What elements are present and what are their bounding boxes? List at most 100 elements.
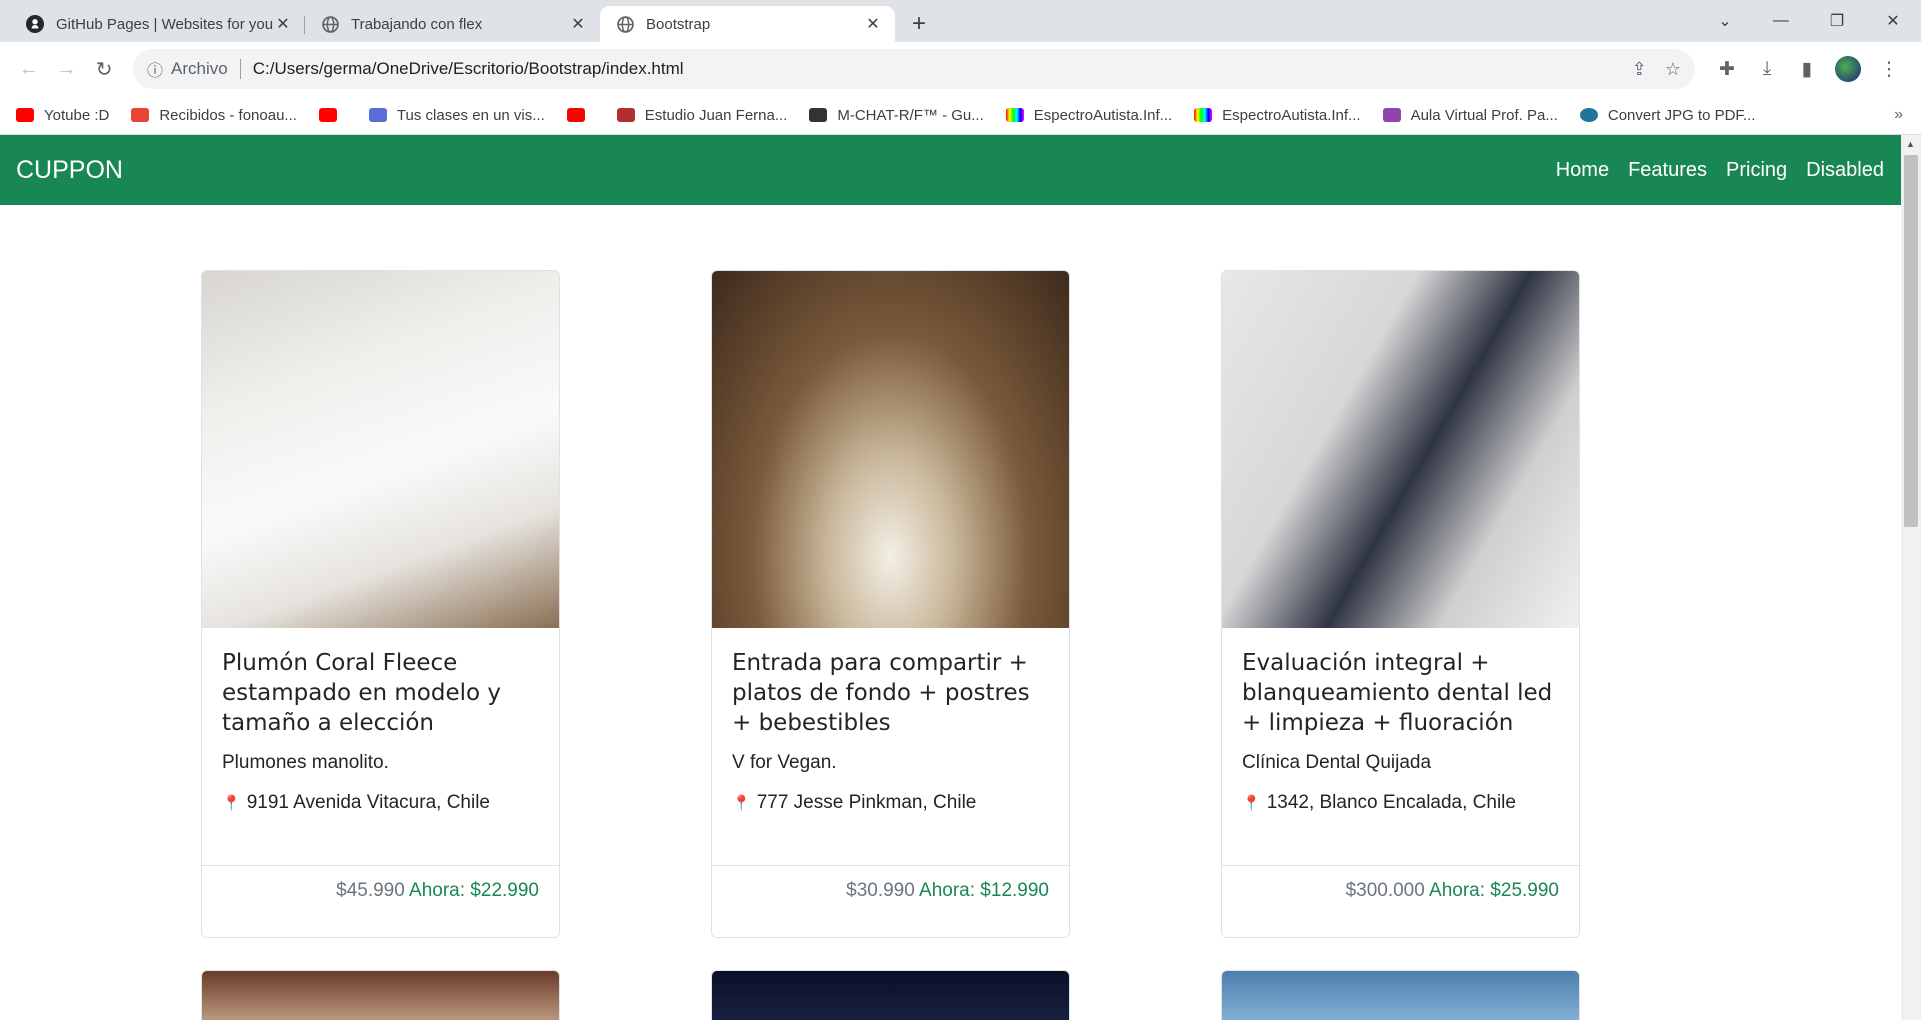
- bookmark-item[interactable]: Yotube :D: [16, 107, 109, 124]
- tab-title: Bootstrap: [646, 15, 711, 33]
- tab-bootstrap[interactable]: Bootstrap ✕: [600, 6, 895, 42]
- address-text: 777 Jesse Pinkman, Chile: [756, 792, 977, 813]
- bookmark-item[interactable]: Estudio Juan Ferna...: [616, 106, 788, 124]
- youtube-icon: [566, 108, 585, 122]
- old-price: $30.990: [846, 880, 915, 901]
- deal-card-partial[interactable]: [711, 970, 1070, 1020]
- deal-card[interactable]: Evaluación integral + blanqueamiento den…: [1221, 270, 1580, 938]
- bookmark-item[interactable]: EspectroAutista.Inf...: [1194, 106, 1361, 124]
- bookmark-item[interactable]: Aula Virtual Prof. Pa...: [1382, 107, 1558, 124]
- studio-icon: [616, 108, 635, 122]
- bookmark-star-icon[interactable]: ☆: [1665, 59, 1681, 80]
- card-image-bedding: [202, 271, 559, 628]
- address-divider: [239, 59, 241, 79]
- card-title: Plumón Coral Fleece estampado en modelo …: [222, 650, 501, 736]
- extensions-icon[interactable]: ✚: [1707, 58, 1747, 81]
- address-scheme: Archivo: [171, 59, 228, 78]
- nav-link-pricing[interactable]: Pricing: [1726, 159, 1787, 182]
- gmail-icon: [131, 108, 150, 122]
- bookmark-item[interactable]: Convert JPG to PDF...: [1579, 106, 1756, 124]
- more-bookmarks-icon[interactable]: »: [1894, 106, 1903, 124]
- deal-card[interactable]: Entrada para compartir + platos de fondo…: [711, 270, 1070, 938]
- menu-icon[interactable]: ⋮: [1869, 58, 1909, 81]
- share-icon[interactable]: ⇪: [1632, 59, 1647, 80]
- card-footer: $30.990 Ahora: $12.990: [712, 865, 1069, 937]
- back-icon[interactable]: ←: [12, 51, 46, 87]
- profile-avatar[interactable]: [1835, 56, 1862, 82]
- card-body: Entrada para compartir + platos de fondo…: [712, 628, 1069, 866]
- rainbow-icon: [1194, 108, 1213, 122]
- address-text: 9191 Avenida Vitacura, Chile: [246, 792, 490, 813]
- card-title: Entrada para compartir + platos de fondo…: [732, 650, 1030, 736]
- nav-link-home[interactable]: Home: [1556, 159, 1609, 182]
- card-footer: $300.000 Ahora: $25.990: [1222, 865, 1579, 937]
- deal-card-partial[interactable]: [1221, 970, 1580, 1020]
- card-subtitle: Plumones manolito.: [222, 752, 389, 773]
- close-tab-icon[interactable]: ✕: [273, 14, 293, 34]
- tab-github-pages[interactable]: GitHub Pages | Websites for you ✕: [10, 6, 305, 42]
- github-icon: [26, 15, 44, 33]
- nav-link-features[interactable]: Features: [1628, 159, 1707, 182]
- bookmark-item[interactable]: [318, 108, 347, 122]
- old-price: $45.990: [336, 880, 405, 901]
- classes-icon: [368, 108, 387, 122]
- bookmark-label: Yotube :D: [44, 106, 110, 124]
- minimize-icon[interactable]: —: [1753, 12, 1809, 30]
- forward-icon[interactable]: →: [50, 51, 84, 87]
- restore-icon[interactable]: ❐: [1809, 11, 1865, 31]
- info-icon[interactable]: ⓘ: [147, 57, 163, 81]
- reload-icon[interactable]: ↻: [87, 51, 121, 87]
- address-url[interactable]: C:/Users/germa/OneDrive/Escritorio/Boots…: [253, 59, 1614, 79]
- mchat-icon: [809, 108, 828, 122]
- nav-link-disabled[interactable]: Disabled: [1806, 159, 1884, 182]
- brand-logo[interactable]: CUPPON: [16, 156, 123, 185]
- bookmark-item[interactable]: M-CHAT-R/F™ - Gu...: [809, 107, 984, 124]
- bookmarks-bar: Yotube :D Recibidos - fonoau... Tus clas…: [0, 96, 1921, 135]
- close-window-icon[interactable]: ✕: [1865, 11, 1921, 31]
- address-bar[interactable]: ⓘ Archivo C:/Users/germa/OneDrive/Escrit…: [133, 49, 1696, 89]
- bookmark-label: Tus clases en un vis...: [396, 106, 545, 124]
- tab-search-icon[interactable]: ⌄: [1697, 11, 1753, 31]
- bookmark-label: Estudio Juan Ferna...: [644, 106, 788, 124]
- new-price: Ahora: $22.990: [409, 880, 539, 901]
- map-pin-icon: 📍: [222, 795, 241, 812]
- tab-title: GitHub Pages | Websites for you: [56, 15, 273, 33]
- deal-card-partial[interactable]: [201, 970, 560, 1020]
- bookmark-label: EspectroAutista.Inf...: [1222, 106, 1361, 124]
- card-subtitle: Clínica Dental Quijada: [1242, 752, 1432, 773]
- address-text: 1342, Blanco Encalada, Chile: [1266, 792, 1516, 813]
- card-subtitle: V for Vegan.: [732, 752, 837, 773]
- bookmark-item[interactable]: Recibidos - fonoau...: [131, 107, 297, 124]
- download-icon[interactable]: ⤓: [1747, 58, 1787, 80]
- page-scrollbar[interactable]: ▲: [1901, 135, 1921, 1020]
- deal-card[interactable]: Plumón Coral Fleece estampado en modelo …: [201, 270, 560, 938]
- rainbow-icon: [1005, 108, 1024, 122]
- scroll-up-icon[interactable]: ▲: [1906, 139, 1915, 149]
- side-panel-icon[interactable]: ▮: [1787, 58, 1827, 81]
- old-price: $300.000: [1345, 880, 1425, 901]
- card-address: 📍 9191 Avenida Vitacura, Chile: [222, 792, 539, 814]
- bookmark-item[interactable]: EspectroAutista.Inf...: [1005, 107, 1172, 124]
- wordpress-icon: [1579, 108, 1598, 122]
- close-tab-icon[interactable]: ✕: [568, 14, 588, 34]
- browser-toolbar: ← → ↻ ⓘ Archivo C:/Users/germa/OneDrive/…: [0, 42, 1921, 96]
- card-image-dental-chair: [1222, 271, 1579, 628]
- tab-trabajando-con-flex[interactable]: Trabajando con flex ✕: [305, 6, 600, 42]
- map-pin-icon: 📍: [732, 795, 751, 812]
- bookmark-label: Convert JPG to PDF...: [1607, 106, 1756, 124]
- new-price: Ahora: $25.990: [1429, 880, 1559, 901]
- close-tab-icon[interactable]: ✕: [863, 14, 883, 34]
- youtube-icon: [16, 108, 34, 122]
- scrollbar-thumb[interactable]: [1904, 155, 1918, 527]
- tab-strip: GitHub Pages | Websites for you ✕ Trabaj…: [0, 0, 1921, 42]
- bookmark-item[interactable]: Tus clases en un vis...: [368, 106, 545, 124]
- bookmark-item[interactable]: [566, 108, 595, 122]
- new-price: Ahora: $12.990: [919, 880, 1049, 901]
- window-controls: ⌄ — ❐ ✕: [1697, 0, 1921, 42]
- globe-icon: [616, 15, 634, 33]
- card-body: Evaluación integral + blanqueamiento den…: [1222, 628, 1579, 866]
- new-tab-button[interactable]: +: [901, 6, 937, 42]
- bookmark-label: Recibidos - fonoau...: [159, 106, 297, 124]
- card-title: Evaluación integral + blanqueamiento den…: [1242, 650, 1553, 736]
- card-footer: $45.990 Ahora: $22.990: [202, 865, 559, 937]
